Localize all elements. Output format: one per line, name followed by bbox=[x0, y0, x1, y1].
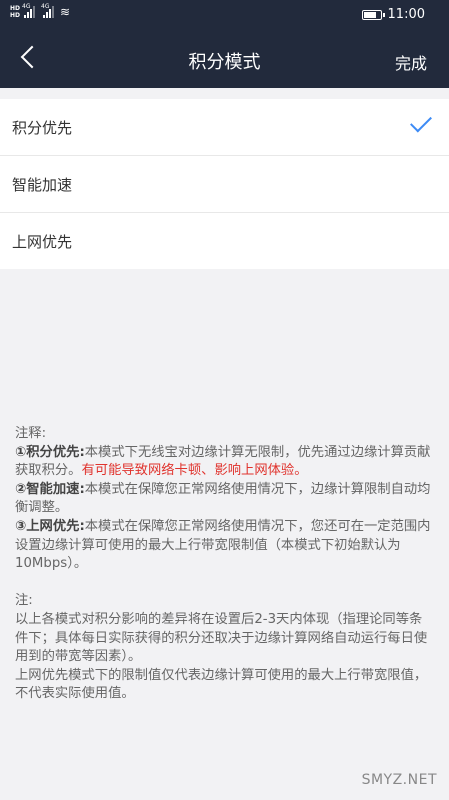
hd-label: HD bbox=[10, 5, 21, 12]
mode-label: 上网优先 bbox=[12, 232, 73, 251]
wifi-icon: ≋ bbox=[60, 5, 71, 19]
checkmark-icon bbox=[410, 110, 432, 133]
page-title: 积分模式 bbox=[188, 52, 261, 73]
note-item-3: ③上网优先:本模式在保障您正常网络使用情况下，您还可在一定范围内设置边缘计算可使… bbox=[15, 518, 435, 574]
note-item-title: ①积分优先: bbox=[15, 444, 85, 460]
nav-bar: 积分模式 完成 bbox=[0, 30, 449, 88]
note-item-title: ③上网优先: bbox=[15, 518, 85, 534]
status-right: 11:00 bbox=[361, 7, 425, 22]
status-bar: HD HD 4G 4G ≋ 11:00 bbox=[0, 0, 449, 30]
note-item-2: ②智能加速:本模式在保障您正常网络使用情况下，边缘计算限制自动均衡调整。 bbox=[15, 481, 435, 518]
network-type-label: 4G bbox=[41, 3, 50, 10]
mode-option-smart-boost[interactable]: 智能加速 bbox=[0, 156, 449, 213]
mode-label: 智能加速 bbox=[12, 175, 73, 194]
mode-label: 积分优先 bbox=[12, 118, 73, 137]
cell-signal-icon: 4G bbox=[41, 3, 55, 18]
note-paragraph-1: 以上各模式对积分影响的差异将在设置后2-3天内体现（指理论同等条件下；具体每日实… bbox=[15, 611, 428, 665]
status-left: HD HD 4G 4G ≋ bbox=[10, 3, 71, 19]
network-type-label: 4G bbox=[22, 3, 31, 10]
note-heading: 注: bbox=[15, 593, 33, 609]
cell-signal-icon: 4G bbox=[22, 3, 36, 18]
mode-list: 积分优先 智能加速 上网优先 bbox=[0, 99, 449, 269]
note-item-title: ②智能加速: bbox=[15, 481, 85, 497]
notes-section: 注释: ①积分优先:本模式下无线宝对边缘计算无限制，优先通过边缘计算贡献获取积分… bbox=[15, 425, 435, 704]
notes-heading: 注释: bbox=[15, 426, 47, 441]
status-time: 11:00 bbox=[387, 7, 425, 22]
note-paragraph-2: 上网优先模式下的限制值仅代表边缘计算可使用的最大上行带宽限值，不代表实际使用值。 bbox=[15, 667, 428, 702]
mode-option-points-first[interactable]: 积分优先 bbox=[0, 99, 449, 156]
mode-option-internet-first[interactable]: 上网优先 bbox=[0, 213, 449, 269]
done-button[interactable]: 完成 bbox=[395, 50, 427, 74]
hd-labels: HD HD bbox=[10, 5, 20, 19]
warning-text: 有可能导致网络卡顿、影响上网体验。 bbox=[81, 463, 308, 479]
battery-level bbox=[363, 11, 377, 18]
note-item-1: ①积分优先:本模式下无线宝对边缘计算无限制，优先通过边缘计算贡献获取积分。有可能… bbox=[15, 444, 435, 481]
watermark: SMYZ.NET bbox=[361, 772, 437, 788]
hd-label: HD bbox=[10, 12, 21, 19]
battery-icon bbox=[361, 9, 385, 20]
